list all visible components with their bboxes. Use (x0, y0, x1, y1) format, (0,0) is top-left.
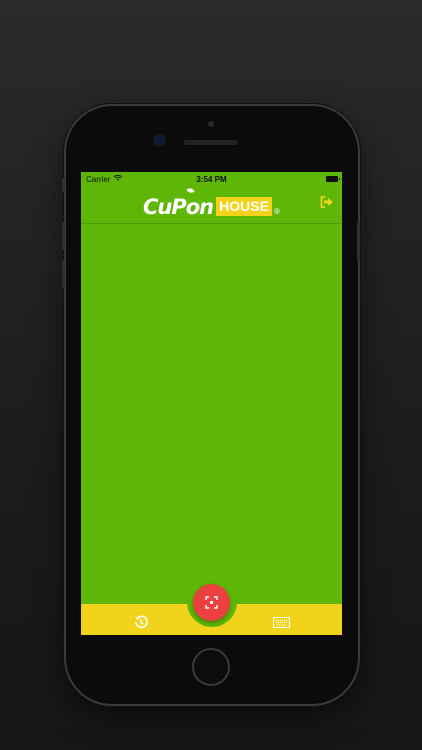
logo-registered-mark: ® (273, 207, 280, 216)
scan-icon (205, 596, 218, 609)
logo-leaf-icon (186, 186, 195, 195)
logo-house: HOUSE (216, 197, 272, 216)
app-logo: CuPon HOUSE ® (143, 186, 280, 219)
app-header: CuPon HOUSE ® (81, 186, 342, 224)
app-screen: Carrier 3:54 PM CuPon HOUSE ® (81, 172, 342, 635)
status-time: 3:54 PM (196, 175, 227, 184)
power-button (357, 222, 360, 262)
mute-switch (62, 178, 65, 192)
logo-cupon: CuPon (143, 195, 214, 219)
keyboard-icon[interactable] (273, 617, 290, 628)
sensor-dot (208, 121, 214, 127)
home-button[interactable] (192, 648, 230, 686)
history-icon[interactable] (133, 614, 149, 630)
earpiece-speaker (184, 140, 238, 145)
volume-up-button (62, 222, 65, 250)
scan-button[interactable] (193, 584, 230, 621)
volume-down-button (62, 260, 65, 288)
front-camera (155, 136, 164, 145)
status-bar: Carrier 3:54 PM (81, 172, 342, 186)
battery-icon (326, 176, 340, 182)
sign-out-icon[interactable] (320, 196, 334, 208)
